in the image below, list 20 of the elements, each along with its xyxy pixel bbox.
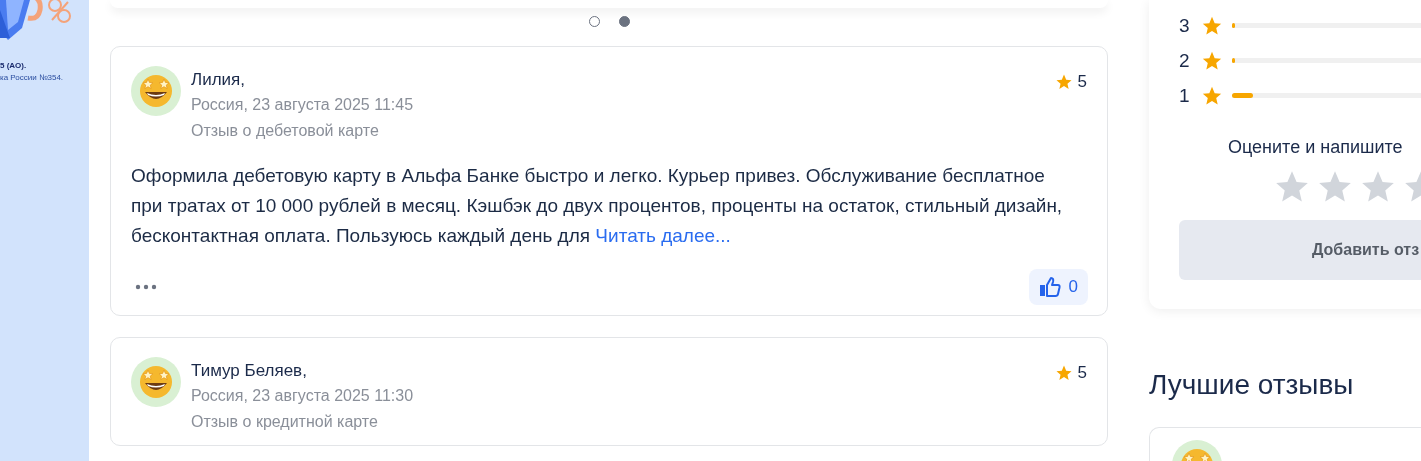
rating-label: 2 [1179,49,1191,72]
review-date: Россия, 23 августа 2025 11:45 [191,95,415,115]
author-name: Тимур Беляев, [191,360,308,382]
read-more-link[interactable]: Читать далее... [595,225,731,246]
banner-text: 5 (АО). [0,60,27,72]
review-date: Россия, 23 августа 2025 11:30 [191,386,415,406]
review-subject: Отзыв о кредитной карте [191,412,379,432]
banner-text: ка России №354. [0,72,64,84]
rating-value: 5 [1077,363,1087,383]
review-subject: Отзыв о дебетовой карте [191,121,380,141]
add-review-button[interactable]: Добавить отз [1179,220,1421,280]
rating-value: 5 [1077,72,1087,92]
ad-banner[interactable]: 5 (АО). ка России №354. [0,0,89,461]
rate-prompt: Оцените и напишите [1228,137,1404,158]
like-button[interactable]: 0 [1028,269,1088,305]
review-text: Оформила дебетовую карту в Альфа Банке быстро и легко. Курьер привез. Обслуживание бесплатное при тратах от 10 000 рублей в месяц. Кэшбэк до двух процентов, проценты на остаток, стильный дизайн, бесконтактная оплата. Пользуюсь каждый день для Читать далее... [131,164,1064,248]
author-name: Лилия, [191,69,246,91]
rating-label: 1 [1179,84,1191,107]
section-title: Лучшие отзывы [1149,369,1355,401]
rating-label: 3 [1179,14,1191,37]
